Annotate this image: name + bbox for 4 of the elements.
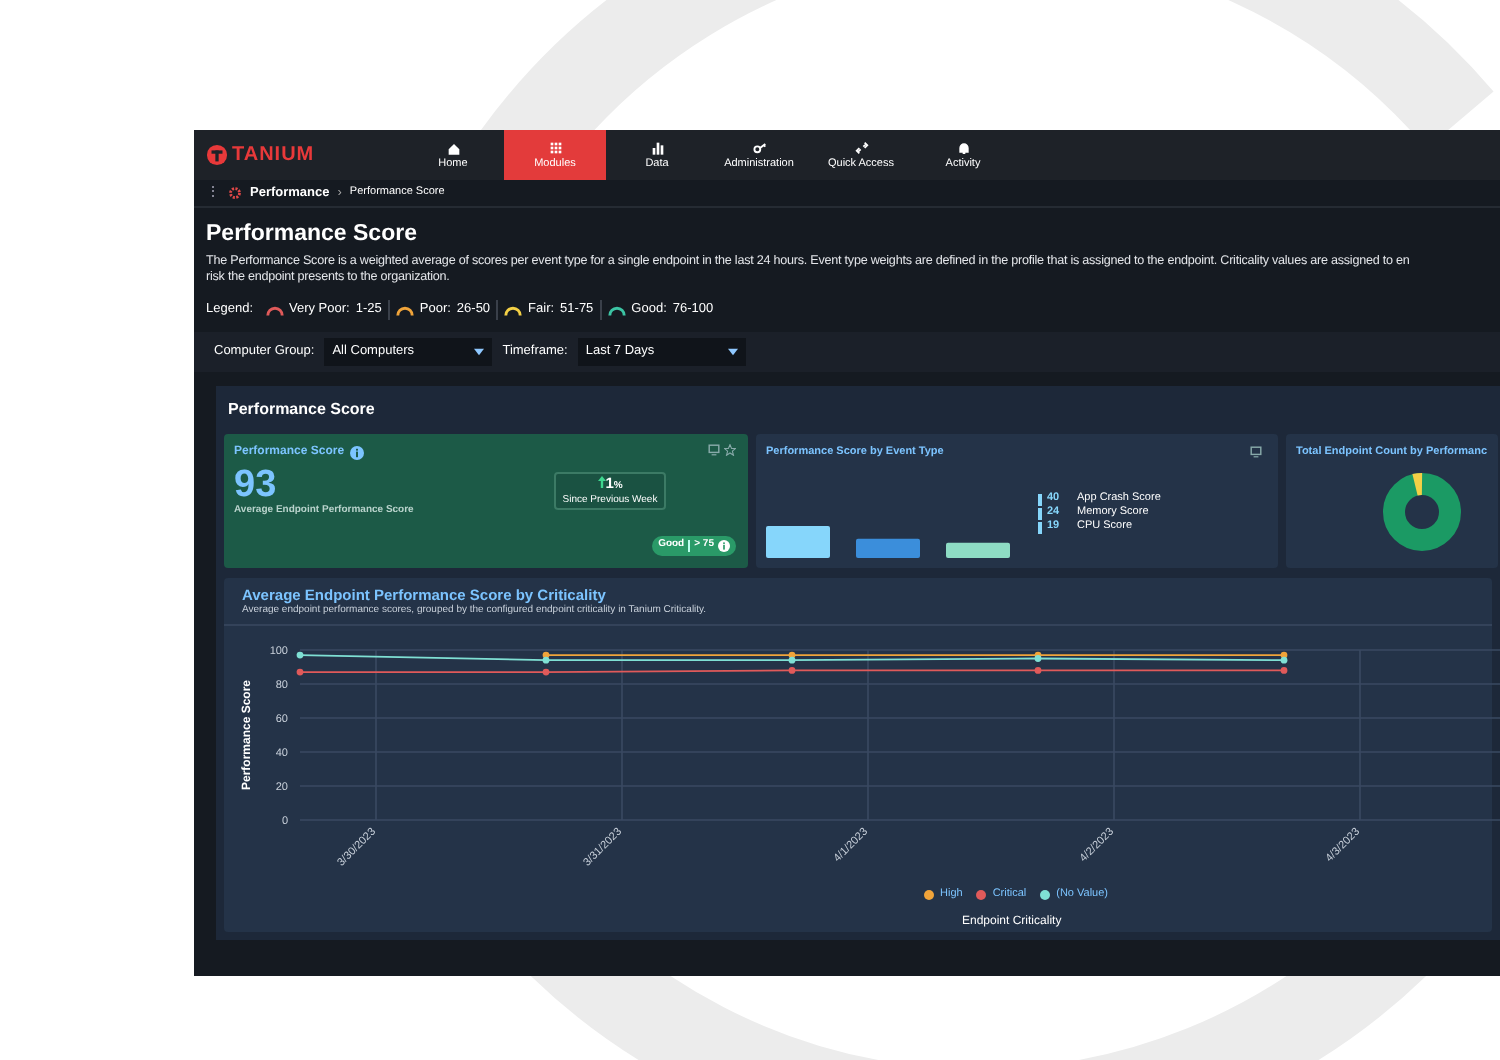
- page-title: Performance Score: [206, 219, 419, 248]
- score-value: 93: [234, 466, 277, 504]
- section-title: Performance Score: [226, 398, 377, 422]
- logo-text: TANIUM: [232, 142, 315, 170]
